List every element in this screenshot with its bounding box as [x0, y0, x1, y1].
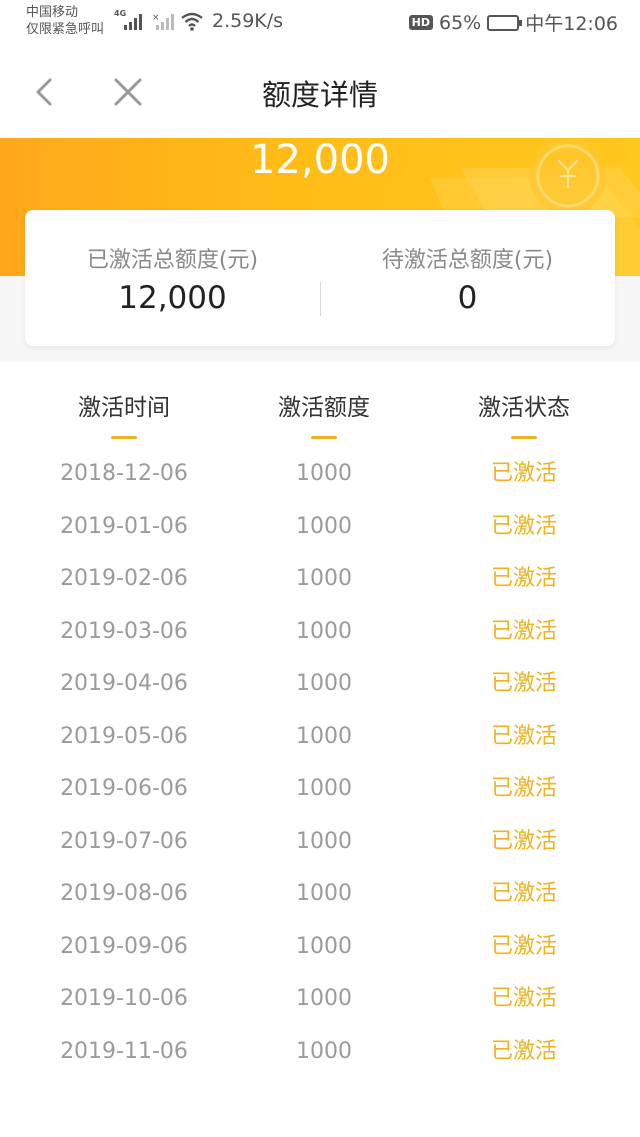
row-status: 已激活: [490, 723, 557, 749]
table-row: 2019-04-06 1000 已激活: [0, 658, 640, 711]
table-row: 2019-02-06 1000 已激活: [0, 553, 640, 606]
row-amount: 1000: [296, 461, 352, 486]
row-date: 2019-04-06: [60, 671, 188, 696]
nav-bar: 额度详情: [0, 44, 640, 138]
row-amount: 1000: [296, 723, 352, 749]
row-status: 已激活: [490, 566, 557, 591]
row-status: 已激活: [490, 986, 557, 1011]
table-body: 2018-12-06 1000 已激活 2019-01-06 1000 已激活 2019…: [0, 448, 640, 1078]
row-amount: 1000: [296, 881, 352, 906]
row-status: 已激活: [490, 513, 557, 539]
header-activation-time-label: 激活时间: [78, 395, 170, 421]
table-row: 2019-03-06 1000 已激活: [0, 606, 640, 659]
wifi-icon: [181, 12, 203, 31]
carrier-info: 中国移动 仅限紧急呼叫: [26, 4, 104, 38]
table-header: 激活时间 激活额度 激活状态: [0, 362, 640, 448]
header-underline: [111, 436, 137, 439]
row-amount: 1000: [296, 933, 352, 959]
row-status: 已激活: [490, 461, 557, 486]
network-speed: 2.59K/s: [212, 10, 284, 32]
header-activation-status: 激活状态: [424, 388, 624, 439]
row-date: 2019-11-06: [60, 1038, 188, 1064]
header-underline: [311, 436, 337, 439]
row-amount: 1000: [296, 618, 352, 644]
total-limit-amount: 12,000: [250, 138, 390, 183]
row-amount: 1000: [296, 513, 352, 539]
row-status: 已激活: [490, 828, 557, 854]
row-date: 2019-06-06: [60, 776, 188, 801]
carrier-emergency: 仅限紧急呼叫: [26, 22, 105, 37]
battery-percent: 65%: [439, 11, 482, 34]
status-bar: 中国移动 仅限紧急呼叫 4G × 2.59K/s HD 65% 中午12:06: [0, 0, 640, 44]
table-row: 2019-11-06 1000 已激活: [0, 1026, 640, 1079]
row-status: 已激活: [490, 1038, 557, 1064]
row-date: 2019-03-06: [60, 618, 188, 644]
pending-total: 待激活总额度(元) 0: [320, 210, 615, 346]
table-row: 2019-09-06 1000 已激活: [0, 921, 640, 974]
row-amount: 1000: [296, 671, 352, 696]
table-row: 2019-05-06 1000 已激活: [0, 711, 640, 764]
header-underline: [511, 436, 537, 439]
row-status: 已激活: [490, 671, 557, 696]
row-date: 2018-12-06: [60, 461, 188, 486]
table-row: 2019-08-06 1000 已激活: [0, 868, 640, 921]
row-date: 2019-07-06: [60, 828, 188, 854]
row-amount: 1000: [296, 986, 352, 1011]
table-row: 2018-12-06 1000 已激活: [0, 448, 640, 501]
table-row: 2019-06-06 1000 已激活: [0, 763, 640, 816]
signal-no-service-icon: ×: [152, 13, 174, 30]
status-right: HD 65% 中午12:06: [408, 9, 618, 36]
table-row: 2019-10-06 1000 已激活: [0, 973, 640, 1026]
row-date: 2019-10-06: [60, 986, 188, 1011]
header-activation-amount-label: 激活额度: [278, 395, 370, 421]
row-date: 2019-09-06: [60, 933, 188, 959]
activated-total: 已激活总额度(元) 12,000: [25, 210, 320, 346]
header-activation-status-label: 激活状态: [478, 395, 570, 421]
row-date: 2019-01-06: [60, 513, 188, 539]
signal-icon: [124, 14, 142, 30]
pending-total-label: 待激活总额度(元): [381, 248, 554, 273]
limit-summary-card: 已激活总额度(元) 12,000 待激活总额度(元) 0: [25, 210, 615, 346]
header-activation-amount: 激活额度: [224, 388, 424, 439]
page-title: 额度详情: [261, 78, 378, 112]
row-status: 已激活: [490, 618, 557, 644]
svg-text:×: ×: [152, 13, 160, 23]
clock: 中午12:06: [525, 13, 618, 35]
table-row: 2019-01-06 1000 已激活: [0, 501, 640, 554]
activation-table: 激活时间 激活额度 激活状态 2018-12-06 1000 已激活 2019-01…: [0, 362, 640, 1078]
activated-total-label: 已激活总额度(元): [86, 248, 259, 273]
table-row: 2019-07-06 1000 已激活: [0, 816, 640, 869]
activated-total-value: 12,000: [118, 280, 227, 316]
row-date: 2019-08-06: [60, 881, 188, 906]
hd-badge: HD: [408, 15, 433, 30]
carrier-name: 中国移动: [26, 5, 79, 20]
row-amount: 1000: [296, 828, 352, 854]
header-activation-time: 激活时间: [24, 388, 224, 439]
row-status: 已激活: [490, 776, 557, 801]
row-status: 已激活: [490, 881, 557, 906]
battery-icon: [487, 14, 523, 31]
row-status: 已激活: [490, 933, 557, 959]
pending-total-value: 0: [457, 280, 478, 316]
screen: 中国移动 仅限紧急呼叫 4G × 2.59K/s HD 65% 中午12:06 …: [0, 0, 640, 1137]
row-amount: 1000: [296, 776, 352, 801]
row-amount: 1000: [296, 566, 352, 591]
row-date: 2019-05-06: [60, 723, 188, 749]
row-date: 2019-02-06: [60, 566, 188, 591]
row-amount: 1000: [296, 1038, 352, 1064]
